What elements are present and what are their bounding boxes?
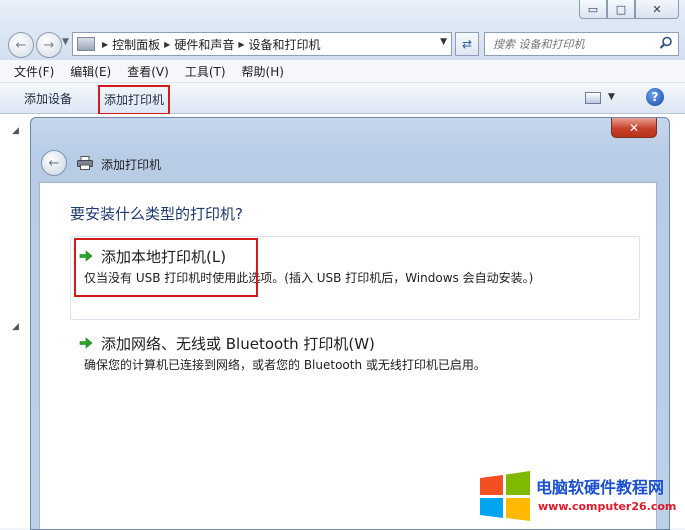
group-collapse-icon[interactable]: ◢: [12, 322, 19, 332]
maximize-button[interactable]: □: [607, 0, 635, 19]
printer-type-question: 要安装什么类型的打印机?: [70, 205, 243, 223]
breadcrumb-control-panel[interactable]: 控制面板: [112, 36, 160, 53]
menu-edit[interactable]: 编辑(E): [62, 63, 119, 80]
menu-tools[interactable]: 工具(T): [177, 63, 234, 80]
breadcrumb-chevron-icon[interactable]: ▶: [164, 40, 170, 49]
dialog-close-button[interactable]: ✕: [611, 118, 657, 138]
close-button[interactable]: ✕: [635, 0, 679, 19]
command-bar: 添加设备 添加打印机 ▼ ?: [0, 83, 685, 115]
view-dropdown-icon[interactable]: ▼: [608, 92, 615, 102]
add-network-printer-option[interactable]: 添加网络、无线或 Bluetooth 打印机(W) 确保您的计算机已连接到网络，…: [70, 323, 640, 407]
group-collapse-icon[interactable]: ◢: [12, 126, 19, 136]
breadcrumb-devices-printers[interactable]: 设备和打印机: [249, 36, 321, 53]
minimize-icon: ▭: [587, 2, 599, 16]
local-printer-title[interactable]: 添加本地打印机(L): [101, 246, 226, 267]
maximize-icon: □: [615, 2, 627, 16]
forward-arrow-icon: →: [43, 37, 55, 53]
network-printer-title[interactable]: 添加网络、无线或 Bluetooth 打印机(W): [101, 333, 375, 354]
network-printer-description: 确保您的计算机已连接到网络，或者您的 Bluetooth 或无线打印机已启用。: [84, 358, 486, 372]
add-local-printer-option[interactable]: 添加本地打印机(L) 仅当没有 USB 打印机时使用此选项。(插入 USB 打印…: [70, 236, 640, 320]
windows-logo-icon: [480, 471, 530, 521]
search-box[interactable]: [484, 32, 679, 56]
control-panel-icon: [77, 37, 95, 51]
back-arrow-icon: ←: [15, 37, 27, 53]
menu-file[interactable]: 文件(F): [0, 63, 62, 80]
close-icon: ✕: [628, 120, 640, 135]
add-printer-dialog: ✕ ← 添加打印机 要安装什么类型的打印机? 添加本地打印机(L) 仅当没有 U…: [30, 117, 670, 530]
address-dropdown-icon[interactable]: ▼: [440, 37, 447, 47]
site-watermark: 电脑软硬件教程网 www.computer26.com: [478, 470, 678, 521]
menu-help[interactable]: 帮助(H): [234, 63, 292, 80]
dialog-back-button[interactable]: ←: [41, 150, 67, 176]
search-input[interactable]: [491, 36, 655, 52]
green-arrow-icon: [79, 337, 93, 349]
forward-button[interactable]: →: [36, 32, 62, 58]
navigation-bar: ← → ▼ ▶ 控制面板 ▶ 硬件和声音 ▶ 设备和打印机 ▼ ⇄: [0, 28, 685, 60]
add-device-button[interactable]: 添加设备: [24, 90, 72, 107]
back-button[interactable]: ←: [8, 32, 34, 58]
breadcrumb-chevron-icon[interactable]: ▶: [102, 40, 108, 49]
close-icon: ✕: [652, 2, 662, 16]
printer-icon: [77, 156, 93, 170]
watermark-url: www.computer26.com: [538, 500, 677, 513]
refresh-icon: ⇄: [461, 37, 473, 51]
menu-view[interactable]: 查看(V): [119, 63, 177, 80]
recent-pages-dropdown-icon[interactable]: ▼: [62, 37, 69, 47]
dialog-title: 添加打印机: [101, 158, 162, 172]
change-view-icon[interactable]: [585, 92, 601, 104]
dialog-header: ← 添加打印机: [39, 148, 659, 182]
watermark-title: 电脑软硬件教程网: [536, 478, 665, 497]
local-printer-description: 仅当没有 USB 打印机时使用此选项。(插入 USB 打印机后，Windows …: [84, 271, 534, 285]
back-arrow-icon: ←: [48, 155, 60, 171]
breadcrumb-chevron-icon[interactable]: ▶: [238, 40, 244, 49]
green-arrow-icon: [79, 250, 93, 262]
search-icon[interactable]: [659, 36, 673, 50]
menu-bar: 文件(F) 编辑(E) 查看(V) 工具(T) 帮助(H): [0, 60, 685, 83]
add-printer-button[interactable]: 添加打印机: [98, 85, 171, 115]
minimize-button[interactable]: ▭: [579, 0, 607, 19]
window-controls: ▭ □ ✕: [579, 0, 679, 19]
breadcrumb-hardware-sound[interactable]: 硬件和声音: [174, 36, 234, 53]
address-bar[interactable]: ▶ 控制面板 ▶ 硬件和声音 ▶ 设备和打印机 ▼: [72, 32, 452, 56]
refresh-button[interactable]: ⇄: [455, 32, 479, 56]
window-titlebar: ▭ □ ✕: [0, 0, 685, 28]
help-icon[interactable]: ?: [646, 88, 664, 106]
